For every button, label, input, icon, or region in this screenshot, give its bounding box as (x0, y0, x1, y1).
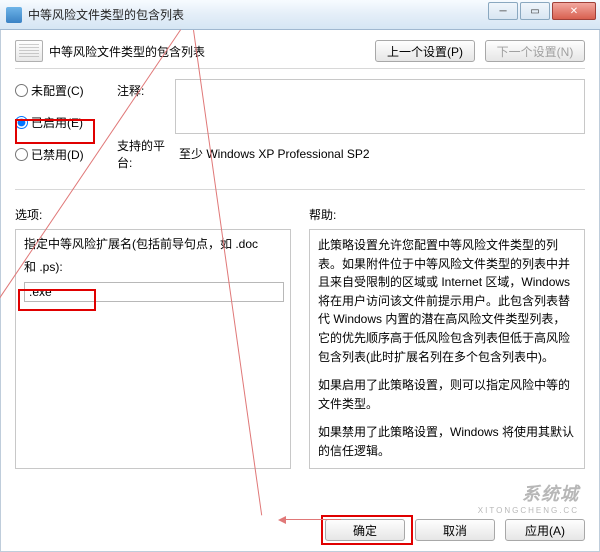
apply-button[interactable]: 应用(A) (505, 519, 585, 541)
radio-not-configured-input[interactable] (15, 84, 28, 97)
radio-disabled-label: 已禁用(D) (31, 146, 84, 163)
help-p2: 如果启用了此策略设置，则可以指定风险中等的文件类型。 (318, 376, 576, 413)
minimize-button[interactable]: ─ (488, 2, 518, 20)
title-bar: 中等风险文件类型的包含列表 ─ ▭ ✕ (0, 0, 600, 30)
next-setting-button[interactable]: 下一个设置(N) (485, 40, 585, 62)
divider-2 (15, 189, 585, 190)
policy-icon (15, 40, 43, 62)
dialog-content: 中等风险文件类型的包含列表 上一个设置(P) 下一个设置(N) 未配置(C) 已… (0, 30, 600, 552)
app-icon (6, 7, 22, 23)
comment-textarea[interactable] (175, 79, 585, 134)
help-pane: 此策略设置允许您配置中等风险文件类型的列表。如果附件位于中等风险文件类型的列表中… (309, 229, 585, 469)
options-desc-2: 和 .ps): (24, 259, 282, 276)
window-title: 中等风险文件类型的包含列表 (28, 6, 184, 23)
platform-label: 支持的平台: (117, 143, 175, 165)
panes-row: 选项: 指定中等风险扩展名(包括前导句点，如 .doc 和 .ps): 帮助: … (15, 206, 585, 469)
watermark-url: XITONGCHENG.CC (478, 506, 579, 515)
help-p3: 如果禁用了此策略设置，Windows 将使用其默认的信任逻辑。 (318, 423, 576, 460)
header-row: 中等风险文件类型的包含列表 上一个设置(P) 下一个设置(N) (15, 40, 585, 62)
options-desc-1: 指定中等风险扩展名(包括前导句点，如 .doc (24, 236, 282, 253)
watermark-text: 系统城 (478, 480, 579, 506)
annotation-box-extension (18, 289, 96, 311)
divider (15, 68, 585, 69)
radio-disabled[interactable]: 已禁用(D) (15, 143, 111, 165)
comment-label: 注释: (117, 79, 175, 101)
window-controls: ─ ▭ ✕ (488, 2, 596, 20)
cancel-button[interactable]: 取消 (415, 519, 495, 541)
annotation-arrowhead-3 (278, 516, 286, 524)
policy-title: 中等风险文件类型的包含列表 (49, 43, 205, 60)
watermark: 系统城 XITONGCHENG.CC (478, 480, 579, 515)
radio-disabled-input[interactable] (15, 148, 28, 161)
annotation-box-ok (321, 515, 413, 545)
help-label: 帮助: (309, 206, 585, 223)
close-button[interactable]: ✕ (552, 2, 596, 20)
platform-value: 至少 Windows XP Professional SP2 (175, 145, 585, 162)
options-label: 选项: (15, 206, 291, 223)
help-p1: 此策略设置允许您配置中等风险文件类型的列表。如果附件位于中等风险文件类型的列表中… (318, 236, 576, 366)
options-pane: 指定中等风险扩展名(包括前导句点，如 .doc 和 .ps): (15, 229, 291, 469)
annotation-box-enabled (15, 119, 95, 144)
radio-not-configured-label: 未配置(C) (31, 82, 84, 99)
config-row: 未配置(C) 已启用(E) 已禁用(D) 注释: 支持的平台: 至少 Windo… (15, 79, 585, 175)
radio-not-configured[interactable]: 未配置(C) (15, 79, 111, 101)
maximize-button[interactable]: ▭ (520, 2, 550, 20)
prev-setting-button[interactable]: 上一个设置(P) (375, 40, 475, 62)
